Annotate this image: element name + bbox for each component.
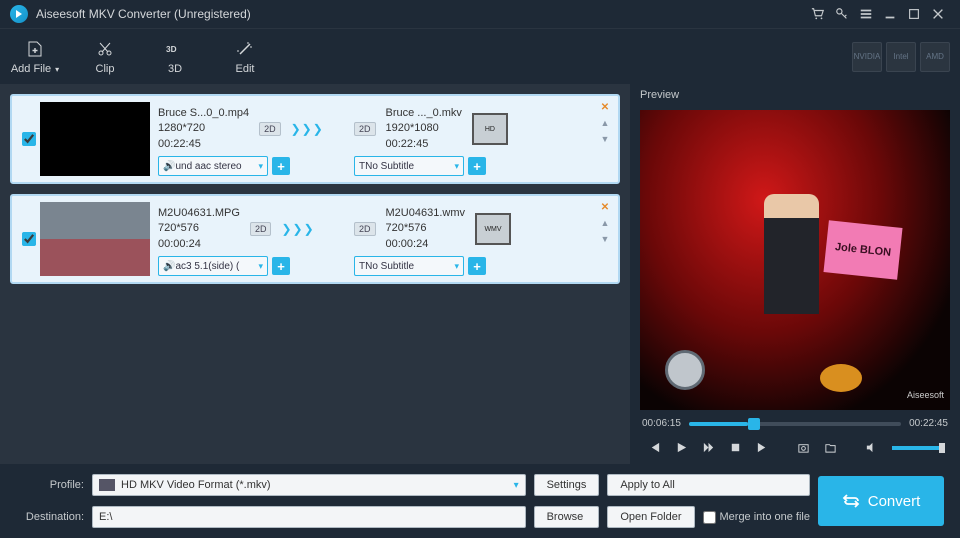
move-down-button[interactable]: ▼ (598, 232, 612, 246)
add-subtitle-button[interactable]: + (468, 157, 486, 175)
app-logo-icon (10, 5, 28, 23)
amd-badge: AMD (920, 42, 950, 72)
volume-icon[interactable] (865, 441, 878, 454)
move-up-button[interactable]: ▲ (598, 216, 612, 230)
svg-text:3D: 3D (166, 45, 177, 54)
arrow-icon: ❯❯❯ (281, 222, 314, 236)
apply-all-button[interactable]: Apply to All (607, 474, 810, 496)
titlebar: Aiseesoft MKV Converter (Unregistered) (0, 0, 960, 28)
seek-bar[interactable] (689, 422, 901, 426)
thumbnail (40, 202, 150, 276)
convert-button[interactable]: Convert (818, 476, 944, 526)
audio-dropdown[interactable]: 🔊 und aac stereo▾ (158, 156, 268, 176)
add-file-button[interactable]: Add File▾ (10, 39, 60, 75)
remove-row-button[interactable]: ✕ (598, 100, 612, 114)
cart-icon[interactable] (806, 4, 830, 24)
maximize-button[interactable] (902, 4, 926, 24)
move-up-button[interactable]: ▲ (598, 116, 612, 130)
add-audio-button[interactable]: + (272, 257, 290, 275)
prev-button[interactable] (648, 441, 661, 454)
merge-checkbox[interactable]: Merge into one file (703, 511, 811, 524)
minimize-button[interactable] (878, 4, 902, 24)
format-icon: HD (472, 113, 508, 145)
folder-button[interactable] (824, 441, 837, 454)
preview-panel: Preview Jole BLON Aiseesoft 00:06:15 00:… (630, 84, 960, 464)
window-title: Aiseesoft MKV Converter (Unregistered) (36, 7, 806, 21)
settings-button[interactable]: Settings (534, 474, 600, 496)
tag-2d: 2D (354, 122, 376, 136)
file-list: Bruce S...0_0.mp4 1280*720 00:22:45 2D ❯… (0, 84, 630, 464)
wand-icon (236, 39, 254, 59)
file-row[interactable]: Bruce S...0_0.mp4 1280*720 00:22:45 2D ❯… (10, 94, 620, 184)
preview-header: Preview (630, 84, 960, 106)
watermark: Aiseesoft (907, 390, 944, 400)
thumbnail (40, 102, 150, 176)
add-subtitle-button[interactable]: + (468, 257, 486, 275)
source-info: Bruce S...0_0.mp4 1280*720 00:22:45 (158, 106, 249, 152)
file-row[interactable]: M2U04631.MPG 720*576 00:00:24 2D ❯❯❯ 🔊 a… (10, 194, 620, 284)
row-checkbox[interactable] (22, 232, 36, 246)
film-icon (99, 479, 115, 491)
add-audio-button[interactable]: + (272, 157, 290, 175)
destination-input[interactable]: E:\ (92, 506, 526, 528)
profile-label: Profile: (16, 479, 84, 491)
intel-badge: Intel (886, 42, 916, 72)
bottom-bar: Profile: HD MKV Video Format (*.mkv)▾ Se… (0, 464, 960, 538)
edit-button[interactable]: Edit (220, 39, 270, 75)
open-folder-button[interactable]: Open Folder (607, 506, 694, 528)
time-current: 00:06:15 (642, 418, 681, 429)
scissors-icon (96, 39, 114, 59)
three-d-button[interactable]: 3D 3D (150, 39, 200, 75)
dest-info: M2U04631.wmv 720*576 00:00:24 (386, 206, 465, 252)
chevron-down-icon: ▾ (55, 65, 59, 74)
menu-icon[interactable] (854, 4, 878, 24)
next-button[interactable] (756, 441, 769, 454)
dest-info: Bruce ..._0.mkv 1920*1080 00:22:45 (386, 106, 462, 152)
nvidia-badge: NVIDIA (852, 42, 882, 72)
tag-2d: 2D (259, 122, 281, 136)
row-checkbox[interactable] (22, 132, 36, 146)
fast-forward-button[interactable] (702, 441, 715, 454)
browse-button[interactable]: Browse (534, 506, 600, 528)
add-file-icon (26, 39, 44, 59)
hw-accel-badges: NVIDIA Intel AMD (852, 42, 950, 72)
preview-video[interactable]: Jole BLON Aiseesoft (640, 110, 950, 410)
remove-row-button[interactable]: ✕ (598, 200, 612, 214)
toolbar: Add File▾ Clip 3D 3D Edit NVIDIA Intel A… (0, 28, 960, 84)
audio-dropdown[interactable]: 🔊 ac3 5.1(side) (▾ (158, 256, 268, 276)
tag-2d: 2D (250, 222, 272, 236)
profile-dropdown[interactable]: HD MKV Video Format (*.mkv)▾ (92, 474, 526, 496)
move-down-button[interactable]: ▼ (598, 132, 612, 146)
subtitle-dropdown[interactable]: T No Subtitle▾ (354, 256, 464, 276)
arrow-icon: ❯❯❯ (291, 122, 324, 136)
key-icon[interactable] (830, 4, 854, 24)
play-button[interactable] (675, 441, 688, 454)
time-total: 00:22:45 (909, 418, 948, 429)
close-button[interactable] (926, 4, 950, 24)
stop-button[interactable] (729, 441, 742, 454)
volume-slider[interactable] (892, 446, 942, 450)
clip-button[interactable]: Clip (80, 39, 130, 75)
snapshot-button[interactable] (797, 441, 810, 454)
destination-label: Destination: (16, 511, 84, 523)
tag-2d: 2D (354, 222, 376, 236)
format-icon: WMV (475, 213, 511, 245)
source-info: M2U04631.MPG 720*576 00:00:24 (158, 206, 240, 252)
three-d-icon: 3D (166, 39, 184, 59)
subtitle-dropdown[interactable]: T No Subtitle▾ (354, 156, 464, 176)
